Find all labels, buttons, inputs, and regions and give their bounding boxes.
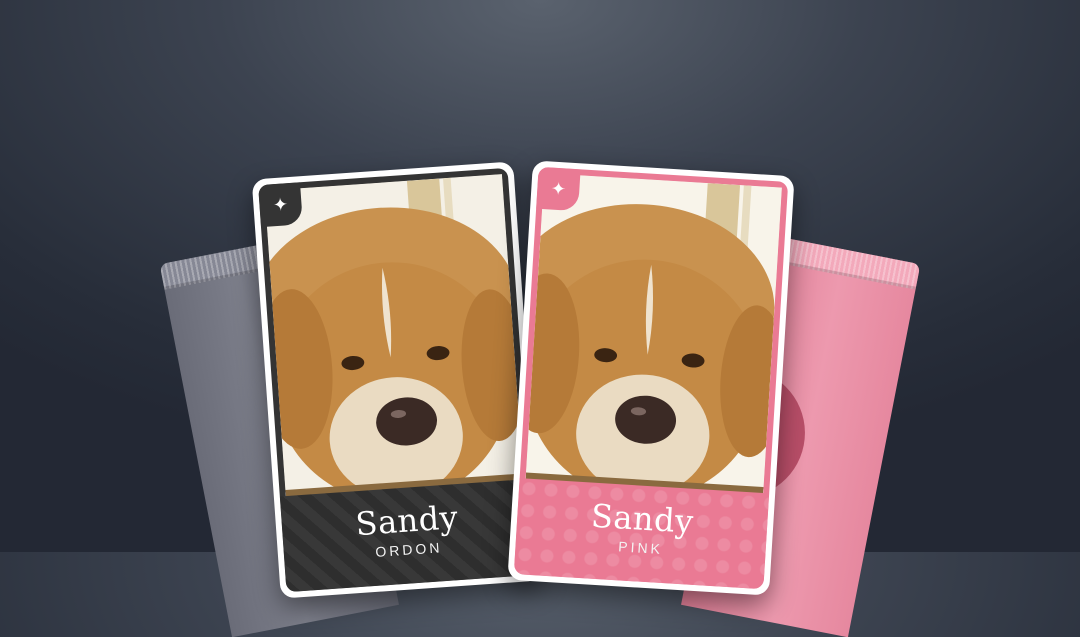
card-showcase: ✦ Sandy ORDON ✦ Sandy PINK xyxy=(0,0,1080,637)
card-nameplate: Sandy ORDON xyxy=(279,479,536,593)
dog-photo xyxy=(524,173,782,508)
grey-dog-card[interactable]: ✦ Sandy ORDON xyxy=(251,161,543,599)
card-nameplate: Sandy PINK xyxy=(513,478,770,590)
sparkle-icon: ✦ xyxy=(258,182,303,228)
card-frame: ✦ xyxy=(513,166,789,590)
dog-photo xyxy=(264,174,525,511)
pink-dog-card[interactable]: ✦ Sandy PINK xyxy=(507,160,795,596)
sparkle-icon: ✦ xyxy=(536,166,581,212)
card-frame: ✦ xyxy=(258,167,536,593)
